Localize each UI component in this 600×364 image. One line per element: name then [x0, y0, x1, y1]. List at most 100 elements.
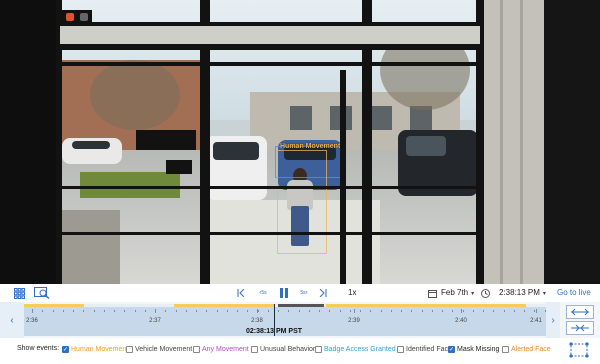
timeline-minor-tick	[493, 310, 495, 312]
pause-button[interactable]	[278, 286, 290, 300]
time-select[interactable]: 2:38:13 PM ▾	[499, 288, 546, 297]
clock-icon[interactable]	[479, 286, 491, 300]
event-filter-item[interactable]: Unusual Behavior	[251, 344, 315, 355]
wall-left	[0, 0, 60, 284]
door-frame	[340, 70, 346, 284]
timeline-minor-tick	[298, 310, 300, 312]
event-filter-item[interactable]: Identified Face	[397, 344, 452, 355]
event-filter-bar: Show events: Human Movement Vehicle Movem…	[0, 338, 600, 364]
event-checkbox[interactable]	[251, 346, 258, 353]
timeline-forward-button[interactable]: ›	[546, 302, 560, 338]
event-filter-item[interactable]: Vehicle Movement	[126, 344, 192, 355]
zoom-out-timeline-icon[interactable]	[566, 321, 594, 335]
timeline-minor-tick	[360, 310, 361, 312]
timeline-minor-tick	[431, 310, 433, 312]
event-filter-label: Mask Missing	[457, 346, 500, 353]
go-to-live-link[interactable]: Go to live	[557, 288, 591, 297]
calendar-icon[interactable]	[426, 286, 438, 300]
timeline-minor-tick	[42, 310, 44, 312]
timeline-back-button[interactable]: ‹	[0, 302, 24, 338]
playback-speed[interactable]: 1x	[348, 288, 356, 297]
detection-label: Human Movement	[280, 143, 341, 150]
event-checkbox[interactable]	[62, 346, 69, 353]
current-time-label: 02:38:13 PM PST	[245, 328, 303, 335]
event-filter-item[interactable]: Alerted Face	[502, 344, 551, 355]
timeline-minor-tick	[134, 310, 136, 312]
timeline-minor-tick	[247, 310, 249, 312]
timeline-minor-tick	[267, 310, 269, 312]
timeline-minor-tick	[206, 310, 208, 312]
event-checkbox[interactable]	[448, 346, 455, 353]
event-segment[interactable]	[278, 304, 324, 307]
timeline-tick-label: 2:36	[26, 318, 38, 324]
timeline-minor-tick	[216, 310, 218, 312]
timeline-minor-tick	[524, 310, 525, 312]
event-filter-item[interactable]: Badge Access Granted	[315, 344, 396, 355]
timeline-minor-tick	[175, 310, 177, 312]
event-checkbox[interactable]	[502, 346, 509, 353]
tree	[90, 60, 180, 130]
skip-back-label: 5s	[261, 290, 267, 296]
skip-forward-button[interactable]: 5s ›	[297, 286, 311, 300]
event-filter-label: Identified Face	[406, 346, 452, 353]
search-video-icon[interactable]	[33, 286, 51, 300]
window-transom	[60, 44, 480, 50]
timeline-minor-tick	[124, 310, 126, 312]
timeline-minor-tick	[83, 310, 85, 312]
canopy	[60, 26, 480, 44]
event-segment[interactable]	[24, 304, 84, 307]
event-filter-label: Badge Access Granted	[324, 346, 396, 353]
timeline-minor-tick	[472, 310, 474, 312]
fullscreen-select-icon[interactable]	[568, 340, 590, 360]
skip-to-start-icon[interactable]	[236, 286, 246, 300]
event-filter-label: Human Movement	[71, 346, 129, 353]
timeline-minor-tick	[144, 310, 146, 312]
chevron-left-icon: ‹	[10, 314, 14, 326]
timeline-minor-tick	[370, 310, 372, 312]
timeline-minor-tick	[185, 310, 187, 312]
grid-view-icon[interactable]	[12, 286, 26, 300]
chevron-down-icon: ▾	[542, 291, 546, 297]
event-filter-item[interactable]: Any Movement	[193, 344, 249, 355]
event-filter-label: Any Movement	[202, 346, 249, 353]
event-filter-label: Alerted Face	[511, 346, 551, 353]
event-checkbox[interactable]	[193, 346, 200, 353]
timeline-minor-tick	[349, 310, 351, 312]
timeline-minor-tick	[237, 310, 238, 312]
event-filter-item[interactable]: Mask Missing	[448, 344, 499, 355]
event-checkbox[interactable]	[397, 346, 404, 353]
white-car	[62, 138, 122, 164]
timeline-minor-tick	[278, 310, 279, 312]
zoom-in-timeline-icon[interactable]	[566, 305, 594, 319]
date-value: Feb 7th	[441, 288, 469, 297]
timeline-minor-tick	[73, 310, 74, 312]
camera-video-frame[interactable]: Human Movement	[0, 0, 600, 284]
timeline-tick-label: 2:39	[348, 318, 360, 324]
pedestrian-signal	[62, 10, 92, 24]
date-select[interactable]: Feb 7th ▾	[441, 288, 474, 297]
timeline-minor-tick	[513, 310, 515, 312]
skip-to-end-icon[interactable]	[318, 286, 328, 300]
timeline-minor-tick	[534, 310, 536, 312]
door-sign	[166, 160, 192, 174]
event-filter-item[interactable]: Human Movement	[62, 344, 128, 355]
event-segment[interactable]	[326, 304, 526, 307]
timeline-minor-tick	[52, 310, 54, 312]
playback-controls: ‹ 5s 5s › 1x Feb 7th ▾ 2:38:13 PM ▾ Go to li…	[0, 284, 600, 302]
skip-back-button[interactable]: ‹ 5s	[256, 286, 270, 300]
timeline-track[interactable]: 2:36 2:37 2:38 2:39 2:40 2:41 02:38:13 PM PST	[24, 304, 546, 336]
time-value: 2:38:13 PM	[499, 288, 540, 297]
timeline-minor-tick	[165, 310, 167, 312]
timeline-minor-tick	[32, 310, 33, 312]
timeline-minor-tick	[329, 310, 331, 312]
timeline-minor-tick	[411, 310, 413, 312]
event-checkbox[interactable]	[126, 346, 133, 353]
detection-box-person	[277, 150, 327, 254]
timeline-minor-tick	[401, 310, 402, 312]
event-segment[interactable]	[174, 304, 274, 307]
event-checkbox[interactable]	[315, 346, 322, 353]
window-transom	[60, 62, 480, 66]
timeline-minor-tick	[421, 310, 423, 312]
white-suv	[205, 136, 267, 200]
chevron-right-icon: ›	[551, 314, 555, 326]
